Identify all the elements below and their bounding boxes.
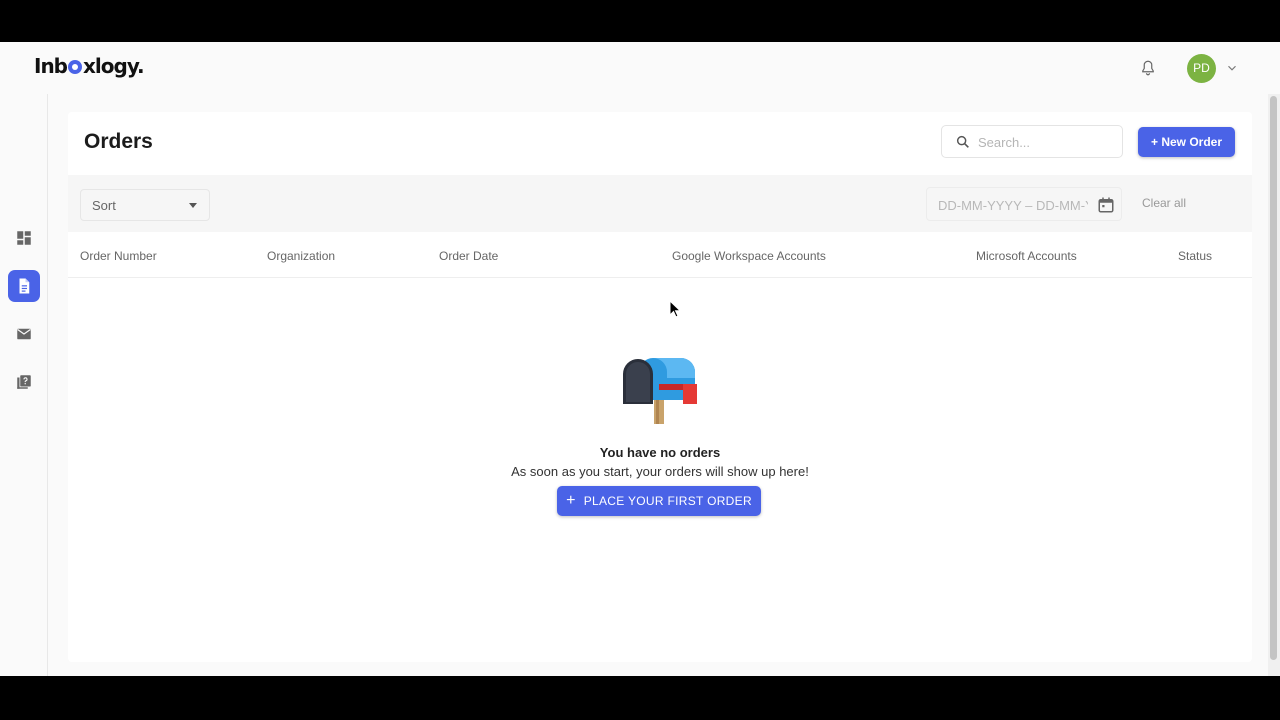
column-header-order-date[interactable]: Order Date — [439, 249, 498, 263]
sidebar-item-orders[interactable] — [8, 270, 40, 302]
filter-bar: Sort DD-MM-YYYY – DD-MM-YYYY Clear all — [68, 175, 1252, 232]
place-first-order-label: PLACE YOUR FIRST ORDER — [583, 494, 752, 508]
logo-mark-icon — [68, 60, 82, 74]
orders-panel: Orders + New Order Sort DD-MM-YYYY – DD-… — [68, 112, 1252, 662]
clear-all-link[interactable]: Clear all — [1142, 196, 1186, 210]
logo-text-start: Inb — [34, 54, 68, 78]
mailbox-icon — [623, 358, 697, 424]
document-icon — [19, 278, 30, 294]
empty-state-subtitle: As soon as you start, your orders will s… — [511, 464, 809, 479]
column-header-status[interactable]: Status — [1178, 249, 1212, 263]
logo[interactable]: Inb xlogy. — [34, 54, 145, 78]
bell-icon[interactable] — [1139, 59, 1157, 77]
sidebar — [0, 94, 48, 676]
mouse-cursor-icon — [669, 300, 681, 318]
new-order-button[interactable]: + New Order — [1138, 127, 1235, 157]
top-bar: Inb xlogy. PD — [0, 42, 1280, 94]
date-range-placeholder: DD-MM-YYYY – DD-MM-YYYY — [938, 198, 1088, 213]
avatar-initials: PD — [1193, 61, 1210, 75]
calendar-icon[interactable] — [1097, 196, 1115, 214]
page-title: Orders — [84, 130, 153, 153]
vertical-scrollbar[interactable] — [1268, 94, 1280, 676]
sidebar-item-dashboard[interactable] — [8, 222, 40, 254]
column-header-organization[interactable]: Organization — [267, 249, 335, 263]
chevron-down-icon[interactable] — [1225, 61, 1239, 75]
column-header-order-number[interactable]: Order Number — [80, 249, 157, 263]
search-icon — [956, 135, 969, 148]
avatar[interactable]: PD — [1187, 54, 1216, 83]
search-box[interactable] — [941, 125, 1123, 158]
search-input[interactable] — [978, 132, 1116, 152]
plus-icon: + — [566, 492, 576, 509]
sort-select[interactable]: Sort — [80, 189, 210, 221]
sort-label: Sort — [92, 198, 116, 213]
app-window: Inb xlogy. PD Orders Search... + New Ord… — [0, 42, 1280, 676]
table-header: Order Number Organization Order Date Goo… — [68, 232, 1252, 278]
column-header-microsoft-accounts[interactable]: Microsoft Accounts — [976, 249, 1077, 263]
scrollbar-thumb[interactable] — [1270, 96, 1277, 660]
place-first-order-button[interactable]: + PLACE YOUR FIRST ORDER — [557, 486, 761, 516]
logo-text-end: xlogy. — [83, 54, 145, 78]
date-range-picker[interactable]: DD-MM-YYYY – DD-MM-YYYY — [926, 187, 1122, 221]
help-book-icon — [17, 375, 31, 389]
dashboard-icon — [17, 231, 31, 245]
caret-down-icon — [189, 203, 197, 208]
empty-state-title: You have no orders — [599, 445, 721, 460]
sidebar-item-help[interactable] — [8, 366, 40, 398]
mail-icon — [17, 328, 31, 340]
column-header-google-workspace-accounts[interactable]: Google Workspace Accounts — [672, 249, 826, 263]
sidebar-item-mail[interactable] — [8, 318, 40, 350]
